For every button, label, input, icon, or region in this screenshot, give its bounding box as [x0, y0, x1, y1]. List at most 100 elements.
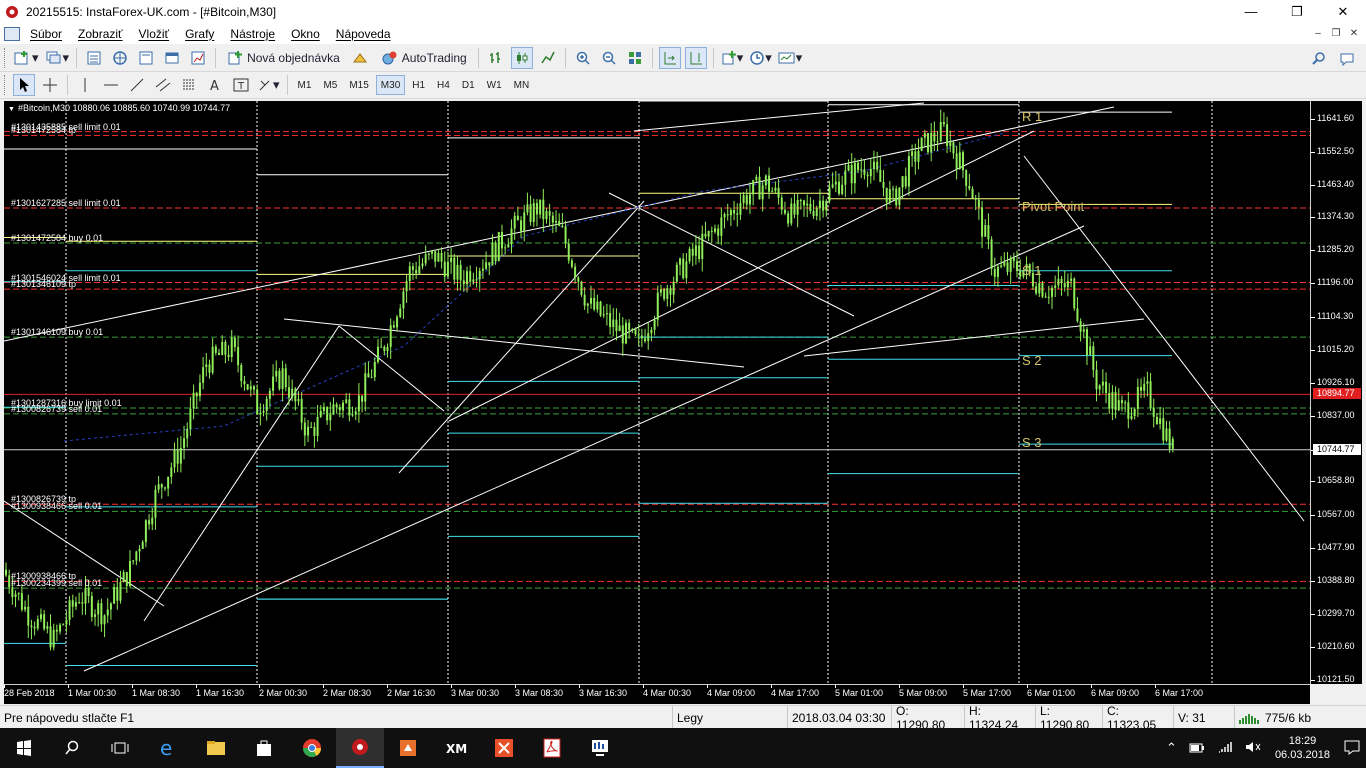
- menu-help[interactable]: Nápoveda: [328, 27, 399, 41]
- horizontal-line-icon[interactable]: [100, 74, 122, 96]
- maximize-button[interactable]: ❐: [1274, 0, 1320, 23]
- chart-shift-icon[interactable]: [684, 46, 707, 69]
- menu-view[interactable]: Zobraziť: [70, 27, 131, 41]
- task-view-icon[interactable]: [96, 728, 144, 768]
- market-watch-icon[interactable]: [83, 47, 105, 69]
- mdi-minimize-button[interactable]: ‒: [1310, 25, 1326, 41]
- crosshair-icon[interactable]: [39, 74, 61, 96]
- chevron-up-icon[interactable]: ⌃: [1166, 740, 1177, 756]
- clock-time: 18:29: [1288, 735, 1317, 747]
- autotrading-button[interactable]: AutoTrading: [375, 47, 472, 69]
- candle-body: [59, 624, 62, 632]
- menu-tools[interactable]: Nástroje: [222, 27, 283, 41]
- xm-icon[interactable]: XM: [432, 728, 480, 768]
- order-label[interactable]: #1301346109 buy 0.01: [11, 327, 103, 337]
- order-label[interactable]: #1300234399 sell 0.01: [11, 578, 102, 588]
- auto-scroll-icon[interactable]: [658, 46, 681, 69]
- indicators-icon[interactable]: ▾: [720, 47, 745, 69]
- timeframe-m5[interactable]: M5: [318, 75, 342, 95]
- close-button[interactable]: ✕: [1320, 0, 1366, 23]
- store-icon[interactable]: [240, 728, 288, 768]
- mdi-close-button[interactable]: ✕: [1346, 25, 1362, 41]
- instaforex-icon[interactable]: [336, 728, 384, 768]
- vertical-line-icon[interactable]: [74, 74, 96, 96]
- volume-icon[interactable]: [1245, 741, 1261, 756]
- x-app-icon[interactable]: [480, 728, 528, 768]
- timeframe-m30[interactable]: M30: [375, 75, 406, 95]
- tile-windows-icon[interactable]: [624, 47, 646, 69]
- profiles-icon[interactable]: ▾: [44, 47, 71, 69]
- time-axis[interactable]: 28 Feb 2018 1 Mar 00:30 1 Mar 08:30 1 Mar 1…: [4, 684, 1310, 704]
- templates-icon[interactable]: ▾: [777, 47, 804, 69]
- candle-body: [132, 560, 135, 562]
- timeframe-h1[interactable]: H1: [407, 75, 430, 95]
- new-chart-icon[interactable]: ▾: [13, 47, 40, 69]
- clock[interactable]: 18:29 06.03.2018: [1275, 734, 1330, 762]
- edge-icon[interactable]: e: [144, 728, 192, 768]
- timeframe-mn[interactable]: MN: [509, 75, 535, 95]
- timeframe-d1[interactable]: D1: [457, 75, 480, 95]
- app-icon[interactable]: [384, 728, 432, 768]
- price-tick-label: 10477.90: [1317, 542, 1355, 553]
- wifi-icon[interactable]: [1217, 741, 1233, 756]
- battery-icon[interactable]: [1189, 741, 1205, 756]
- timeframe-w1[interactable]: W1: [482, 75, 507, 95]
- trendline-icon[interactable]: [126, 74, 148, 96]
- expert-icon[interactable]: [349, 47, 371, 69]
- order-label[interactable]: #1301346109 tp: [11, 279, 76, 289]
- timeframe-h4[interactable]: H4: [432, 75, 455, 95]
- zoom-in-icon[interactable]: [572, 47, 594, 69]
- menu-file[interactable]: Súbor: [22, 27, 70, 41]
- chart-canvas[interactable]: ▼ #Bitcoin,M30 10880.06 10885.60 10740.99…: [4, 101, 1310, 684]
- chat-icon[interactable]: [1336, 48, 1358, 70]
- fibonacci-icon[interactable]: [178, 74, 200, 96]
- order-label[interactable]: #1301627285 sell limit 0.01: [11, 198, 121, 208]
- search-icon[interactable]: [1308, 48, 1330, 70]
- order-label[interactable]: #1300826739 sell 0.01: [11, 404, 102, 414]
- text-icon[interactable]: A: [204, 74, 226, 96]
- price-axis[interactable]: 11641.60 11552.50 11463.40 11374.30 11285.20…: [1310, 101, 1362, 684]
- mdi-restore-button[interactable]: ❐: [1328, 25, 1344, 41]
- order-label[interactable]: #1301472584 tp: [11, 125, 76, 135]
- candle-body: [319, 410, 322, 417]
- cursor-icon[interactable]: [13, 74, 35, 96]
- menu-window[interactable]: Okno: [283, 27, 328, 41]
- chart-document-icon[interactable]: [4, 26, 20, 41]
- navigator-icon[interactable]: [109, 47, 131, 69]
- candle-body: [1070, 278, 1073, 281]
- toolbar-grip[interactable]: [4, 47, 7, 68]
- menu-insert[interactable]: Vložiť: [131, 27, 178, 41]
- data-window-icon[interactable]: [135, 47, 157, 69]
- order-label[interactable]: #1300938466 sell 0.01: [11, 501, 102, 511]
- arrows-icon[interactable]: ▾: [256, 74, 281, 96]
- line-chart-icon[interactable]: [537, 47, 559, 69]
- mt4-icon[interactable]: [576, 728, 624, 768]
- order-label[interactable]: #1301472584 buy 0.01: [11, 233, 103, 243]
- pdf-icon[interactable]: [528, 728, 576, 768]
- candle-body: [564, 226, 567, 244]
- timeframe-m15[interactable]: M15: [344, 75, 373, 95]
- toolbar-grip[interactable]: [4, 75, 7, 95]
- periods-icon[interactable]: ▾: [748, 47, 773, 69]
- terminal-icon[interactable]: [161, 47, 183, 69]
- search-icon[interactable]: [48, 728, 96, 768]
- menu-charts[interactable]: Grafy: [177, 27, 222, 41]
- notifications-icon[interactable]: [1344, 739, 1360, 758]
- strategy-tester-icon[interactable]: [187, 47, 209, 69]
- bar-chart-icon[interactable]: [485, 47, 507, 69]
- file-explorer-icon[interactable]: [192, 728, 240, 768]
- equidistant-channel-icon[interactable]: [152, 74, 174, 96]
- candlestick-icon[interactable]: [510, 46, 533, 69]
- candle-body: [214, 346, 217, 353]
- timeframe-m1[interactable]: M1: [293, 75, 317, 95]
- candle-body: [90, 595, 93, 617]
- zoom-out-icon[interactable]: [598, 47, 620, 69]
- minimize-button[interactable]: —: [1228, 0, 1274, 23]
- new-order-button[interactable]: Nová objednávka: [222, 47, 345, 69]
- collapse-triangle-icon[interactable]: ▼: [8, 106, 15, 113]
- text-label-icon[interactable]: T: [230, 74, 252, 96]
- chart-plot[interactable]: [4, 101, 1310, 684]
- chrome-icon[interactable]: [288, 728, 336, 768]
- windows-start-icon[interactable]: [0, 728, 48, 768]
- candle-body: [125, 572, 128, 586]
